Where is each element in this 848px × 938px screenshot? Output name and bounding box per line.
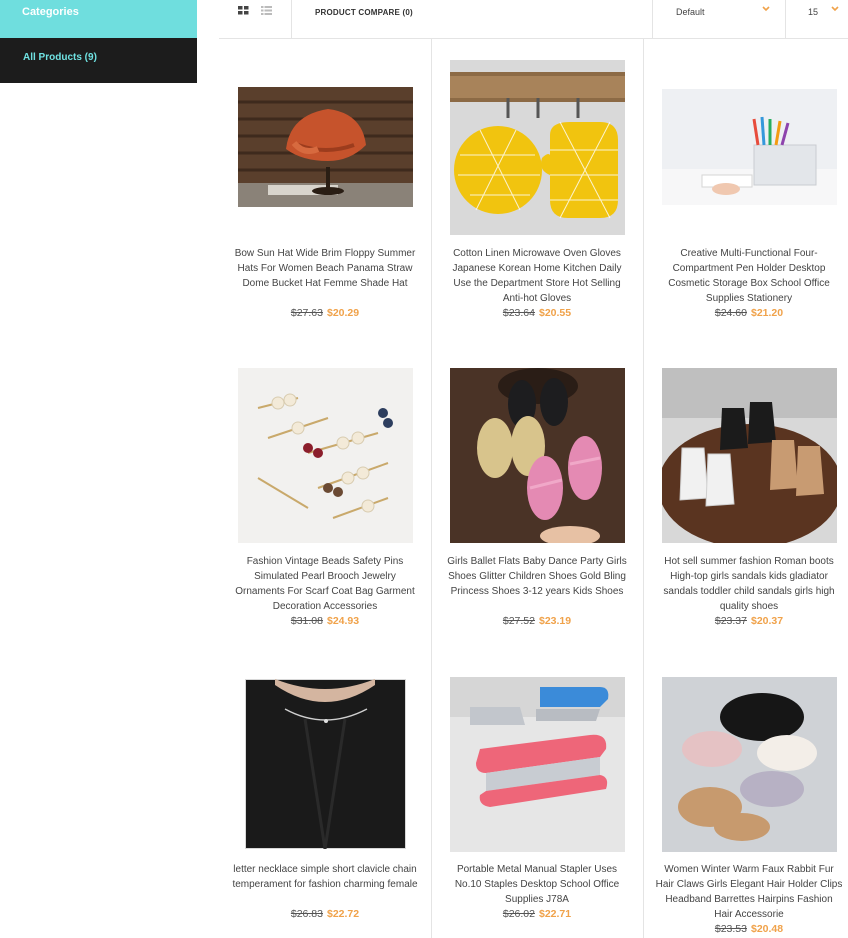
product-title[interactable]: Hot sell summer fashion Roman boots High… [655, 554, 843, 614]
product-price: $27.52 $23.19 [431, 614, 643, 628]
sale-price: $22.72 [327, 908, 360, 920]
chevron-down-icon [762, 6, 770, 12]
product-card[interactable]: Girls Ballet Flats Baby Dance Party Girl… [431, 347, 643, 655]
stapler-photo[interactable] [450, 677, 625, 852]
sale-price: $23.19 [539, 615, 572, 627]
product-price: $31.08 $24.93 [219, 614, 431, 628]
sale-price: $20.29 [327, 307, 360, 319]
categories-heading: Categories [0, 0, 197, 38]
product-card[interactable]: Women Winter Warm Faux Rabbit Fur Hair C… [643, 655, 848, 938]
limit-select[interactable]: 15 [786, 0, 848, 38]
sort-value: Default [676, 7, 705, 17]
product-title[interactable]: Girls Ballet Flats Baby Dance Party Girl… [443, 554, 631, 599]
old-price: $26.83 [290, 908, 323, 920]
old-price: $27.52 [502, 615, 535, 627]
product-price: $26.83 $22.72 [219, 907, 431, 921]
product-title[interactable]: Bow Sun Hat Wide Brim Floppy Summer Hats… [231, 246, 419, 291]
product-price: $27.63 $20.29 [219, 306, 431, 320]
straw-hat-photo[interactable] [238, 87, 413, 207]
product-price: $26.02 $22.71 [431, 907, 643, 921]
oven-gloves-photo[interactable] [450, 60, 625, 235]
sale-price: $21.20 [751, 307, 784, 319]
product-title[interactable]: Cotton Linen Microwave Oven Gloves Japan… [443, 246, 631, 306]
chevron-down-icon [831, 6, 839, 12]
category-sidebar: Categories All Products (9) [0, 0, 197, 83]
view-mode-switcher [219, 0, 292, 38]
product-title[interactable]: Women Winter Warm Faux Rabbit Fur Hair C… [655, 862, 843, 922]
sale-price: $22.71 [539, 908, 572, 920]
product-price: $23.37 $20.37 [643, 614, 848, 628]
product-price: $23.64 $20.55 [431, 306, 643, 320]
product-grid: Bow Sun Hat Wide Brim Floppy Summer Hats… [219, 39, 848, 938]
sort-select[interactable]: Default [652, 0, 786, 38]
old-price: $31.08 [290, 615, 323, 627]
sale-price: $20.48 [751, 923, 784, 935]
old-price: $24.60 [714, 307, 747, 319]
product-price: $24.60 $21.20 [643, 306, 848, 320]
product-title[interactable]: Portable Metal Manual Stapler Uses No.10… [443, 862, 631, 907]
old-price: $23.64 [502, 307, 535, 319]
product-card[interactable]: letter necklace simple short clavicle ch… [219, 655, 431, 938]
hair-claws-photo[interactable] [662, 677, 837, 852]
necklace-photo[interactable] [245, 679, 406, 849]
glitter-shoes-photo[interactable] [450, 368, 625, 543]
product-card[interactable]: Bow Sun Hat Wide Brim Floppy Summer Hats… [219, 39, 431, 347]
old-price: $27.63 [290, 307, 323, 319]
brooch-pins-photo[interactable] [238, 368, 413, 543]
category-item-all-products[interactable]: All Products (9) [0, 38, 197, 83]
sale-price: $24.93 [327, 615, 360, 627]
product-toolbar: PRODUCT COMPARE (0) Default 15 [219, 0, 848, 39]
product-compare-link[interactable]: PRODUCT COMPARE (0) [315, 8, 413, 17]
old-price: $26.02 [502, 908, 535, 920]
sandals-photo[interactable] [662, 368, 837, 543]
sale-price: $20.37 [751, 615, 784, 627]
product-title[interactable]: Creative Multi-Functional Four-Compartme… [655, 246, 843, 306]
product-title[interactable]: Fashion Vintage Beads Safety Pins Simula… [231, 554, 419, 614]
old-price: $23.37 [714, 615, 747, 627]
pen-holder-photo[interactable] [662, 89, 837, 205]
product-card[interactable]: Fashion Vintage Beads Safety Pins Simula… [219, 347, 431, 655]
sale-price: $20.55 [539, 307, 572, 319]
product-card[interactable]: Portable Metal Manual Stapler Uses No.10… [431, 655, 643, 938]
limit-value: 15 [808, 7, 819, 17]
grid-view-icon[interactable] [238, 6, 249, 15]
product-title[interactable]: letter necklace simple short clavicle ch… [231, 862, 419, 892]
old-price: $23.53 [714, 923, 747, 935]
list-view-icon[interactable] [261, 6, 272, 15]
product-card[interactable]: Cotton Linen Microwave Oven Gloves Japan… [431, 39, 643, 347]
product-card[interactable]: Creative Multi-Functional Four-Compartme… [643, 39, 848, 347]
product-card[interactable]: Hot sell summer fashion Roman boots High… [643, 347, 848, 655]
product-price: $23.53 $20.48 [643, 922, 848, 936]
